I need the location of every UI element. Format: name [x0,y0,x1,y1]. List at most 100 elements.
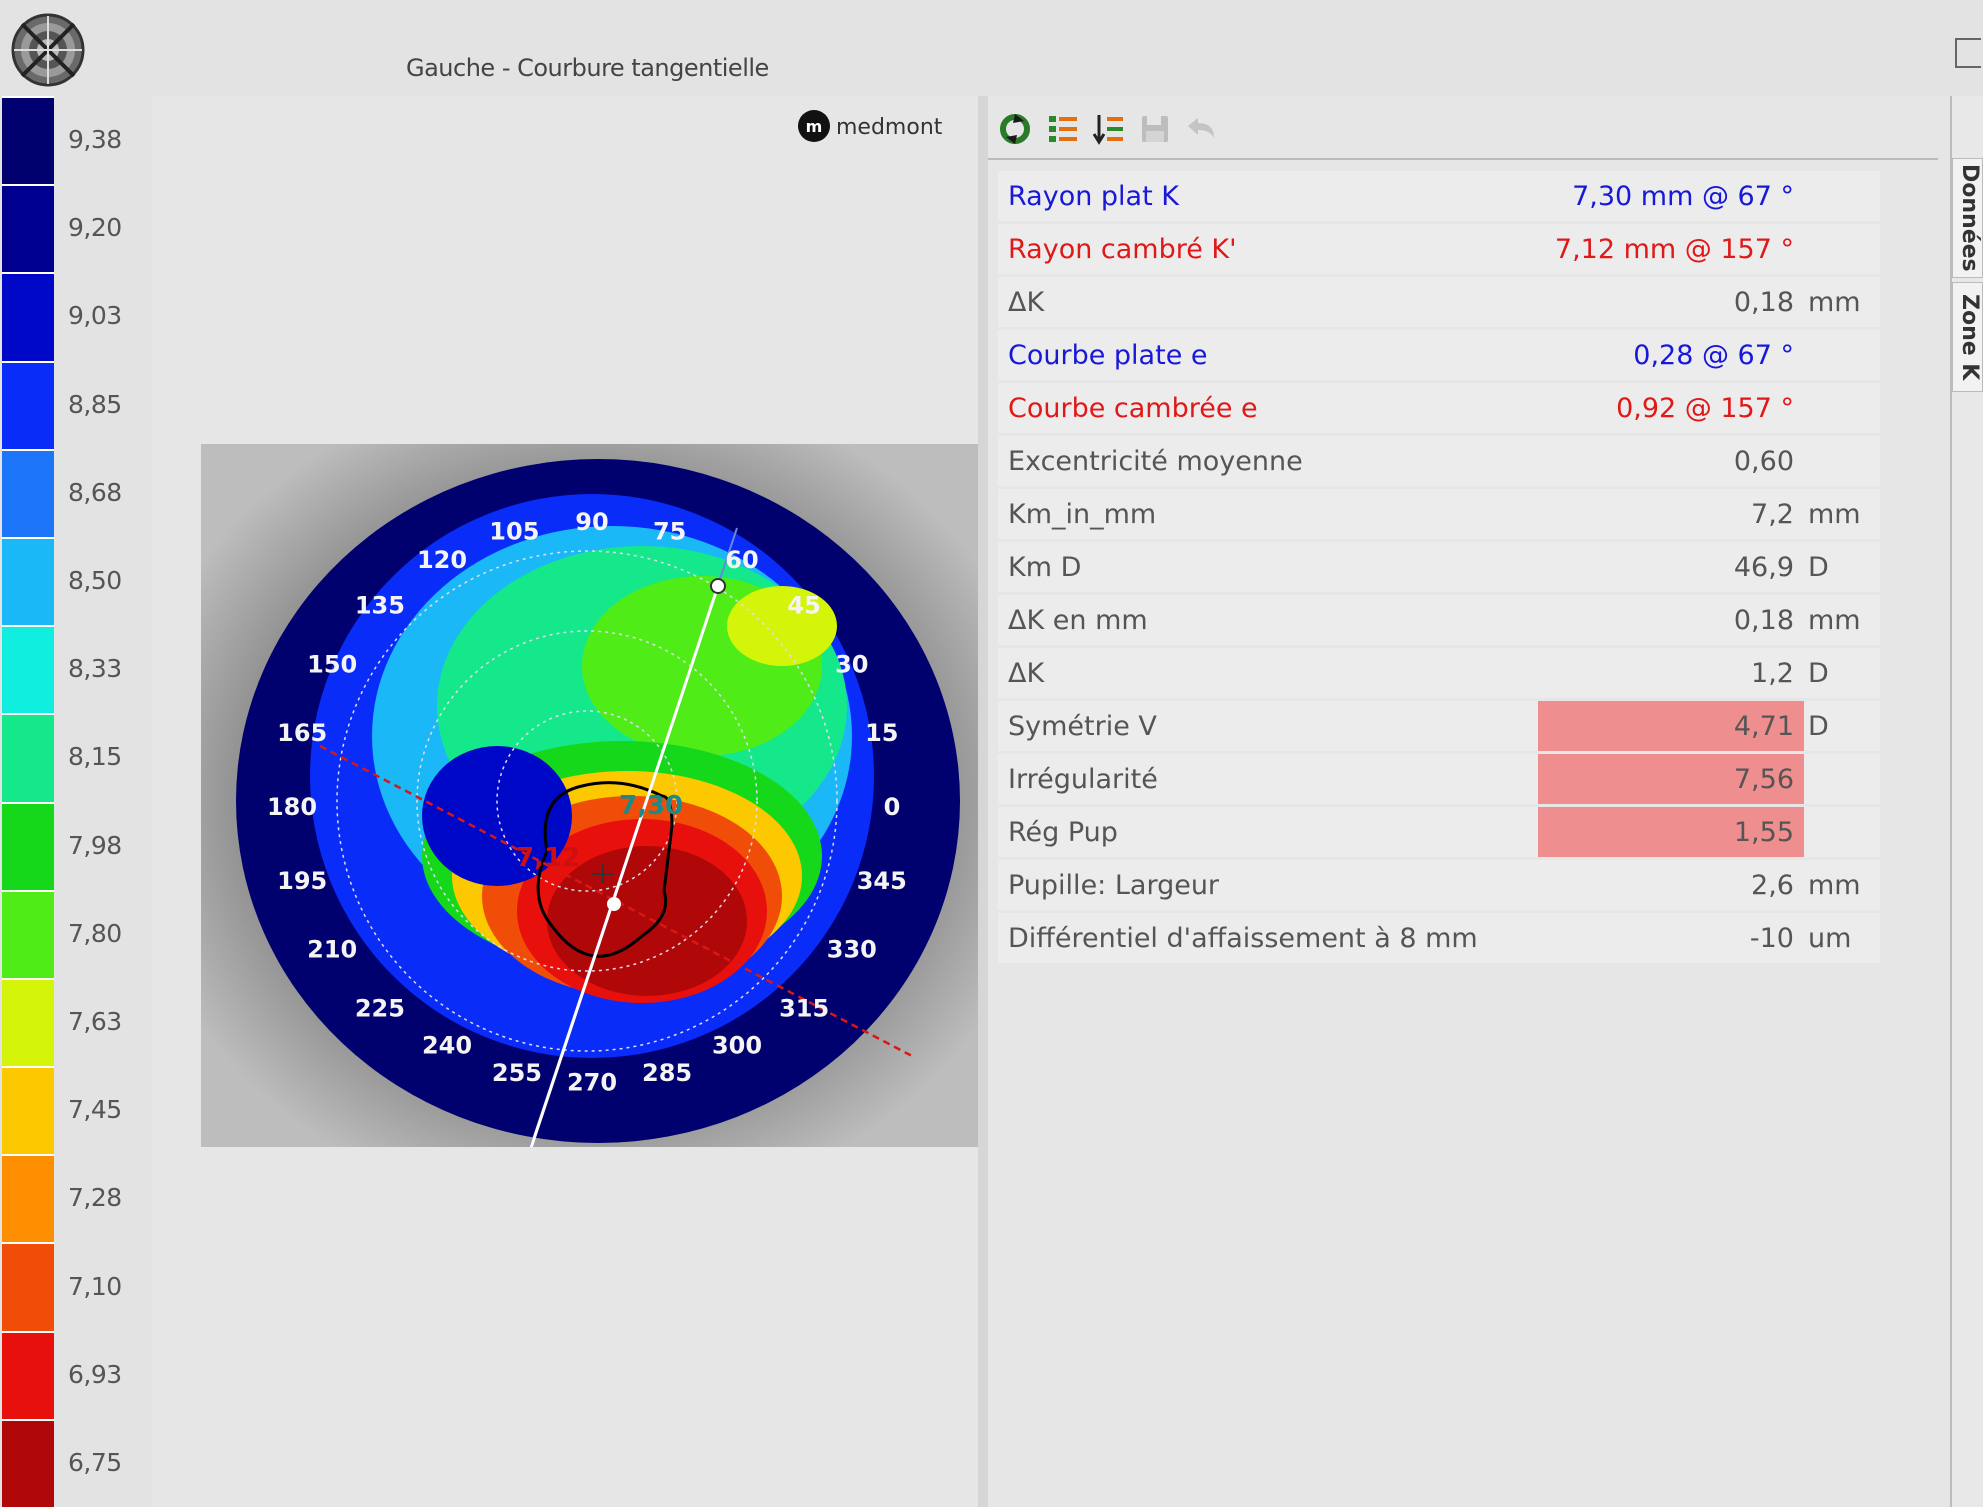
param-value: 1,2 [1538,648,1804,698]
scale-swatch [2,801,54,890]
angle-label: 285 [642,1059,692,1087]
param-label: ΔK [998,648,1538,698]
param-label: ΔK en mm [998,595,1538,645]
param-row[interactable]: Rég Pup 1,55 [998,807,1880,857]
scale-label: 6,75 [68,1447,122,1477]
scale-swatch [2,625,54,714]
param-row[interactable]: Symétrie V 4,71 D [998,701,1880,751]
app-logo-icon[interactable] [10,12,86,88]
param-value: 4,71 [1538,701,1804,751]
angle-label: 165 [277,719,327,747]
param-unit: mm [1804,595,1880,645]
param-value: 2,6 [1538,860,1804,910]
param-label: Courbe plate e [998,330,1538,380]
scale-label: 6,93 [68,1359,122,1389]
param-unit [1804,224,1880,274]
param-value: 7,12 mm @ 157 ° [1538,224,1804,274]
param-row[interactable]: Rayon cambré K' 7,12 mm @ 157 ° [998,224,1880,274]
title-bar: Gauche - Courbure tangentielle [0,0,1983,96]
angle-label: 75 [653,518,686,546]
param-row[interactable]: Courbe plate e 0,28 @ 67 ° [998,330,1880,380]
angle-label: 270 [567,1069,617,1097]
angle-label: 345 [857,867,907,895]
scale-label: 7,45 [68,1095,122,1125]
angle-label: 315 [779,995,829,1023]
param-value: 7,56 [1538,754,1804,804]
scale-swatch [2,977,54,1067]
scale-swatch [2,1330,54,1419]
scale-label: 8,50 [68,566,122,596]
scale-swatch [2,272,54,361]
param-label: Symétrie V [998,701,1538,751]
refresh-icon[interactable] [998,112,1032,146]
tab-donnees[interactable]: Données [1952,158,1983,278]
param-row[interactable]: ΔK 1,2 D [998,648,1880,698]
param-value: 0,60 [1538,436,1804,486]
param-row[interactable]: Pupille: Largeur 2,6 mm [998,860,1880,910]
param-label: Km_in_mm [998,489,1538,539]
param-row[interactable]: ΔK 0,18 mm [998,277,1880,327]
param-row[interactable]: Irrégularité 7,56 [998,754,1880,804]
topography-map-panel: 7,30 7,12 90 75 60 45 30 15 0 345 330 315 300 285 27… [152,96,978,1507]
param-row[interactable]: Rayon plat K 7,30 mm @ 67 ° [998,171,1880,221]
list-sort-icon[interactable] [1092,112,1126,146]
param-label: Courbe cambrée e [998,383,1538,433]
angle-label: 195 [277,867,327,895]
param-row[interactable]: Km D 46,9 D [998,542,1880,592]
scale-label: 7,80 [68,918,122,948]
svg-text:medmont: medmont [836,115,943,140]
param-value: 0,28 @ 67 ° [1538,330,1804,380]
param-value: 0,18 [1538,595,1804,645]
param-label: Pupille: Largeur [998,860,1538,910]
param-row[interactable]: ΔK en mm 0,18 mm [998,595,1880,645]
parameters-panel: Rayon plat K 7,30 mm @ 67 ° Rayon cambré K… [988,96,1950,1507]
corneal-map[interactable]: 7,30 7,12 90 7560453015034533031530028527… [152,96,978,1507]
panel-splitter[interactable] [978,96,988,1507]
scale-swatch [2,184,54,273]
angle-label: 105 [489,518,539,546]
map-center-marker [607,897,621,911]
param-row[interactable]: Km_in_mm 7,2 mm [998,489,1880,539]
param-unit: D [1804,701,1880,751]
window-title: Gauche - Courbure tangentielle [406,54,769,82]
panel-toggle-button[interactable] [1955,38,1981,68]
side-tab-strip: Données Zone K [1950,96,1983,1507]
param-label: Différentiel d'affaissement à 8 mm [998,913,1538,963]
param-unit: mm [1804,277,1880,327]
svg-text:m: m [806,117,823,136]
scale-label: 8,33 [68,654,122,684]
param-unit [1804,171,1880,221]
axis-handle-bottom[interactable] [503,1204,517,1218]
color-scale-legend: 9,38 9,20 9,03 8,85 8,68 8,50 8,33 8,15 7,98 7,80… [0,96,150,1507]
param-value: 0,92 @ 157 ° [1538,383,1804,433]
save-icon[interactable] [1138,112,1172,146]
scale-label: 7,98 [68,830,122,860]
param-label: Rayon plat K [998,171,1538,221]
scale-label: 7,28 [68,1183,122,1213]
angle-label: 90 [575,508,608,536]
param-unit: D [1804,542,1880,592]
param-label: ΔK [998,277,1538,327]
param-row[interactable]: Excentricité moyenne 0,60 [998,436,1880,486]
param-unit [1804,330,1880,380]
angle-label: 255 [492,1059,542,1087]
angle-label: 150 [307,651,357,679]
param-row[interactable]: Courbe cambrée e 0,92 @ 157 ° [998,383,1880,433]
angle-label: 330 [827,936,877,964]
scale-swatch [2,536,54,626]
steep-k-value-label: 7,12 [516,843,580,873]
param-unit: D [1804,648,1880,698]
param-row[interactable]: Différentiel d'affaissement à 8 mm -10 um [998,913,1880,963]
scale-swatch [2,1418,54,1507]
scale-label: 8,85 [68,389,122,419]
list-icon[interactable] [1046,112,1080,146]
param-unit: um [1804,913,1880,963]
angle-label: 120 [417,546,467,574]
scale-label: 8,15 [68,742,122,772]
param-unit: mm [1804,860,1880,910]
medmont-logo: m medmont [798,110,943,142]
undo-icon[interactable] [1184,112,1218,146]
scale-swatch [2,360,54,449]
axis-handle-top[interactable] [710,578,726,594]
tab-zone-k[interactable]: Zone K [1952,282,1983,392]
